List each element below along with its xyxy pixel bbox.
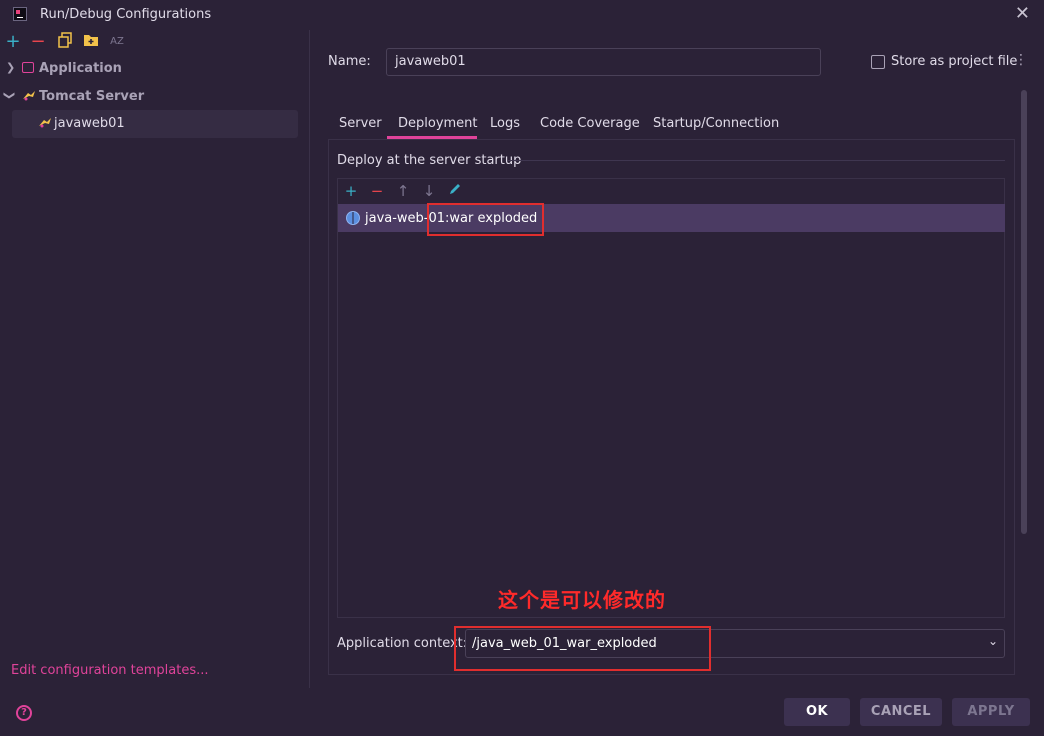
- tab-startup-connection[interactable]: Startup/Connection: [653, 110, 779, 140]
- chevron-down-icon[interactable]: ⌄: [988, 634, 998, 648]
- tree-item-javaweb01[interactable]: javaweb01: [12, 110, 298, 138]
- move-down-icon[interactable]: ↓: [419, 180, 439, 202]
- remove-artifact-icon[interactable]: −: [367, 180, 387, 202]
- store-as-project-label[interactable]: Store as project file: [891, 54, 1017, 69]
- annotation-text: 这个是可以修改的: [498, 588, 666, 612]
- help-icon[interactable]: ?: [16, 705, 32, 721]
- active-tab-indicator: [387, 136, 477, 139]
- cancel-button[interactable]: CANCEL: [860, 698, 942, 726]
- context-label: Application context:: [337, 636, 468, 651]
- scrollbar[interactable]: [1021, 90, 1027, 534]
- left-toolbar: + − AZ: [0, 30, 310, 54]
- tab-server[interactable]: Server: [339, 110, 382, 140]
- deploy-group-title: Deploy at the server startup: [337, 153, 522, 168]
- group-divider: [508, 160, 1005, 161]
- store-as-project-checkbox[interactable]: [871, 55, 885, 69]
- deployment-toolbar: + − ↑ ↓: [337, 180, 1005, 202]
- deployment-list: [337, 178, 1005, 618]
- tree-item-label: Application: [39, 61, 122, 76]
- tree-item-label: javaweb01: [54, 116, 125, 131]
- chevron-right-icon: ❯: [6, 61, 16, 74]
- highlight-box: [454, 626, 711, 671]
- title-bar: Run/Debug Configurations ✕: [0, 0, 1044, 30]
- app-icon: [13, 7, 27, 21]
- edit-templates-link[interactable]: Edit configuration templates...: [11, 663, 209, 678]
- window-title: Run/Debug Configurations: [40, 7, 212, 22]
- tree-item-application[interactable]: ❯ Application: [0, 56, 310, 80]
- copy-icon[interactable]: [55, 32, 75, 52]
- application-icon: [22, 62, 34, 73]
- add-artifact-icon[interactable]: +: [341, 180, 361, 202]
- folder-add-icon[interactable]: [81, 32, 101, 52]
- apply-button[interactable]: APPLY: [952, 698, 1030, 726]
- tree-item-label: Tomcat Server: [39, 89, 145, 104]
- tomcat-icon: [22, 90, 36, 106]
- name-field[interactable]: javaweb01: [386, 48, 821, 76]
- tree-item-tomcat-server[interactable]: ❯ Tomcat Server: [0, 84, 310, 108]
- more-options-icon[interactable]: ⋮: [1014, 52, 1028, 68]
- remove-icon[interactable]: −: [28, 32, 48, 52]
- globe-icon: [346, 211, 360, 225]
- add-icon[interactable]: +: [3, 32, 23, 52]
- ok-button[interactable]: OK: [784, 698, 850, 726]
- tab-logs[interactable]: Logs: [490, 110, 520, 140]
- edit-icon[interactable]: [445, 180, 465, 202]
- left-panel: + − AZ ❯ Application ❯ Tomcat Server jav…: [0, 30, 310, 721]
- sort-icon[interactable]: AZ: [107, 32, 127, 52]
- move-up-icon[interactable]: ↑: [393, 180, 413, 202]
- highlight-box: [427, 203, 544, 236]
- name-label: Name:: [328, 54, 371, 69]
- close-icon[interactable]: ✕: [1015, 4, 1030, 24]
- chevron-down-icon: ❯: [3, 90, 17, 101]
- tab-code-coverage[interactable]: Code Coverage: [540, 110, 640, 140]
- tomcat-icon: [38, 117, 52, 133]
